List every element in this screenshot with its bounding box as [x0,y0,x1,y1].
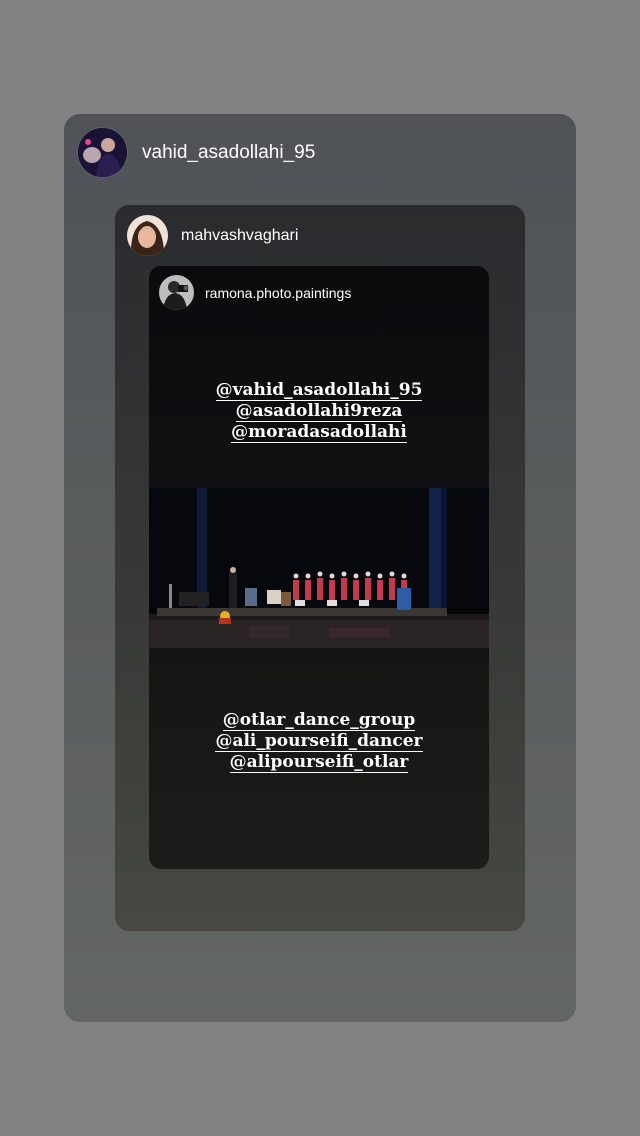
concert-stage-photo [149,488,489,648]
mention-link[interactable]: @otlar_dance_group [149,710,489,731]
avatar[interactable] [78,128,127,177]
author-username[interactable]: vahid_asadollahi_95 [142,142,315,164]
mention-link[interactable]: @ali_pourseifi_dancer [149,731,489,752]
avatar-photo [159,275,194,310]
author-username[interactable]: ramona.photo.paintings [205,285,351,301]
original-author-header[interactable]: ramona.photo.paintings [159,275,351,310]
original-story-card[interactable]: @vahid_asadollahi_95 @asadollahi9reza @m… [149,266,489,869]
avatar-photo [78,128,127,177]
mention-link[interactable]: @alipourseifi_otlar [149,752,489,773]
avatar-photo [127,215,168,256]
avatar[interactable] [127,215,168,256]
story-author-header[interactable]: vahid_asadollahi_95 [78,128,315,177]
author-username[interactable]: mahvashvaghari [181,227,298,245]
mention-list-top: @vahid_asadollahi_95 @asadollahi9reza @m… [149,380,489,443]
mention-link[interactable]: @asadollahi9reza [149,401,489,422]
avatar[interactable] [159,275,194,310]
mention-list-bottom: @otlar_dance_group @ali_pourseifi_dancer… [149,710,489,773]
mention-link[interactable]: @moradasadollahi [149,422,489,443]
reshared-author-header[interactable]: mahvashvaghari [127,215,298,256]
mention-link[interactable]: @vahid_asadollahi_95 [149,380,489,401]
